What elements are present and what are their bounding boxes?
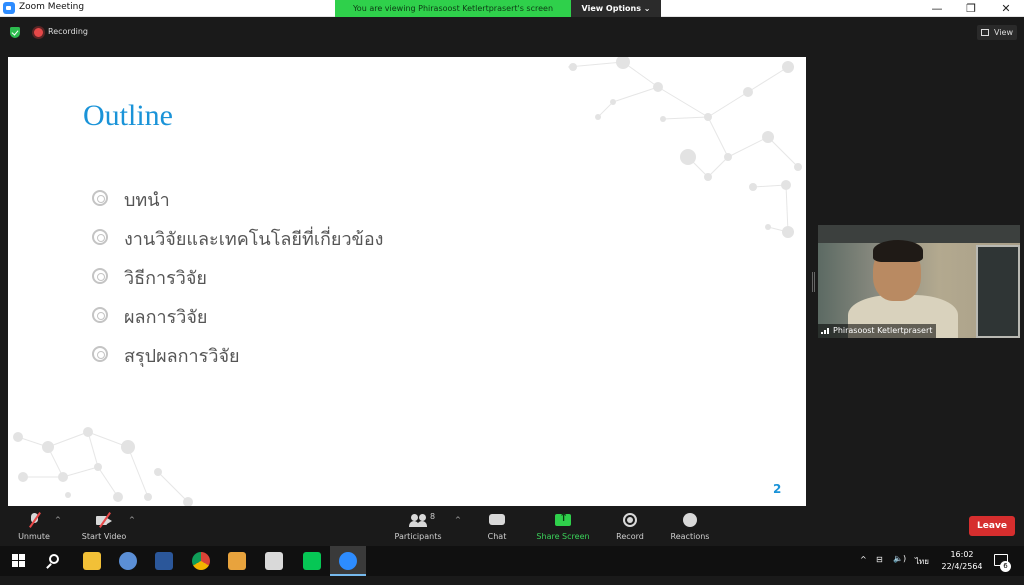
- window-title: Zoom Meeting: [19, 2, 85, 12]
- outline-item: สรุปผลการวิจัย: [92, 341, 412, 371]
- video-ceiling: [818, 225, 1020, 243]
- restore-button[interactable]: ❐: [954, 0, 988, 17]
- share-screen-icon: [555, 511, 571, 527]
- start-video-label: Start Video: [81, 532, 127, 541]
- share-screen-button[interactable]: Share Screen: [535, 508, 591, 546]
- ring-bullet-icon: [92, 268, 108, 284]
- volume-icon[interactable]: 🔈): [893, 554, 906, 584]
- outline-item: วิธีการวิจัย: [92, 263, 412, 293]
- ring-bullet-icon: [92, 190, 108, 206]
- outline-item: ผลการวิจัย: [92, 302, 412, 332]
- audio-options-caret-icon[interactable]: ^: [55, 516, 61, 524]
- file-explorer-icon[interactable]: [74, 546, 110, 576]
- zoom-app-icon: [3, 2, 15, 14]
- grid-icon: [981, 29, 989, 36]
- ring-bullet-icon: [92, 307, 108, 323]
- close-button[interactable]: ✕: [989, 0, 1023, 17]
- chat-icon: [489, 513, 505, 527]
- shared-screen-slide: Outline บทนำ งานวิจัยและเทคโนโลยีที่เกี่…: [8, 57, 806, 506]
- outline-item-text: งานวิจัยและเทคโนโลยีที่เกี่ยวข้อง: [124, 229, 384, 250]
- chat-button[interactable]: Chat: [478, 508, 516, 546]
- outline-item: บทนำ: [92, 185, 412, 215]
- participants-count: 8: [430, 512, 436, 521]
- participant-name-tag: Phirasoost Ketlertprasert: [818, 324, 937, 338]
- slide-page-number: 2: [773, 482, 782, 496]
- outline-item-text: สรุปผลการวิจัย: [124, 346, 240, 367]
- word-icon[interactable]: [146, 546, 182, 576]
- signal-bars-icon: [821, 328, 830, 334]
- start-video-button[interactable]: Start Video: [78, 508, 130, 546]
- snipping-icon[interactable]: [110, 546, 146, 576]
- zoom-icon[interactable]: [330, 546, 366, 576]
- participants-button[interactable]: Participants: [392, 508, 444, 546]
- leave-button[interactable]: Leave: [969, 516, 1015, 536]
- reactions-button[interactable]: Reactions: [668, 508, 712, 546]
- unmute-button[interactable]: Unmute: [14, 508, 54, 546]
- security-shield-icon[interactable]: [10, 27, 20, 38]
- chrome-icon[interactable]: [183, 546, 219, 576]
- windows-taskbar: ^ ⊟ 🔈) ไทย 16:02 22/4/2564 6: [0, 546, 1024, 576]
- line-icon[interactable]: [294, 546, 330, 576]
- outline-item-text: ผลการวิจัย: [124, 307, 208, 328]
- tray-overflow-icon[interactable]: ^: [860, 555, 867, 585]
- meeting-toolbar: Unmute ^ Start Video ^ Participants 8 ^ …: [0, 508, 1024, 546]
- video-door: [976, 245, 1020, 338]
- calculator-icon[interactable]: [256, 546, 292, 576]
- smiley-icon: [682, 513, 698, 527]
- participants-label: Participants: [394, 532, 442, 541]
- search-icon[interactable]: [49, 554, 59, 564]
- record-button[interactable]: Record: [610, 508, 650, 546]
- chat-label: Chat: [487, 532, 507, 541]
- view-button[interactable]: View: [977, 25, 1017, 40]
- record-icon: [622, 513, 638, 527]
- start-icon[interactable]: [12, 554, 26, 568]
- record-label: Record: [616, 532, 644, 541]
- notification-count-badge: 6: [1000, 561, 1011, 572]
- view-button-label: View: [994, 28, 1013, 37]
- participant-name: Phirasoost Ketlertprasert: [833, 326, 933, 335]
- participant-video[interactable]: Phirasoost Ketlertprasert: [818, 225, 1020, 338]
- camera-off-icon: [96, 512, 112, 528]
- video-options-caret-icon[interactable]: ^: [129, 516, 135, 524]
- slide-title: Outline: [83, 99, 173, 132]
- outline-item: งานวิจัยและเทคโนโลยีที่เกี่ยวข้อง: [92, 224, 412, 254]
- recording-dot-icon: [34, 28, 43, 37]
- microphone-muted-icon: [26, 512, 42, 528]
- clock-time: 16:02: [950, 550, 974, 559]
- network-icon[interactable]: ⊟: [876, 555, 883, 585]
- participants-caret-icon[interactable]: ^: [455, 516, 461, 524]
- view-options-button[interactable]: View Options ⌄: [571, 0, 661, 17]
- ring-bullet-icon: [92, 346, 108, 362]
- meeting-top-bar: Recording View: [0, 17, 1024, 47]
- panel-splitter-handle[interactable]: [812, 272, 815, 292]
- system-clock[interactable]: 16:02 22/4/2564: [936, 549, 988, 573]
- unmute-label: Unmute: [18, 532, 50, 541]
- clock-date: 22/4/2564: [941, 562, 983, 571]
- ring-bullet-icon: [92, 229, 108, 245]
- recording-label: Recording: [48, 27, 89, 36]
- share-banner: You are viewing Phirasoost Ketlertpraser…: [335, 0, 571, 17]
- outline-item-text: บทนำ: [124, 190, 170, 211]
- participants-icon: [409, 513, 426, 527]
- language-indicator[interactable]: ไทย: [915, 555, 929, 585]
- video-person-hair: [873, 240, 923, 262]
- outline-item-text: วิธีการวิจัย: [124, 268, 207, 289]
- share-screen-label: Share Screen: [536, 532, 590, 541]
- minimize-button[interactable]: —: [920, 0, 954, 17]
- reactions-label: Reactions: [670, 532, 710, 541]
- media-player-icon[interactable]: [219, 546, 255, 576]
- window-titlebar: Zoom Meeting You are viewing Phirasoost …: [0, 0, 1024, 17]
